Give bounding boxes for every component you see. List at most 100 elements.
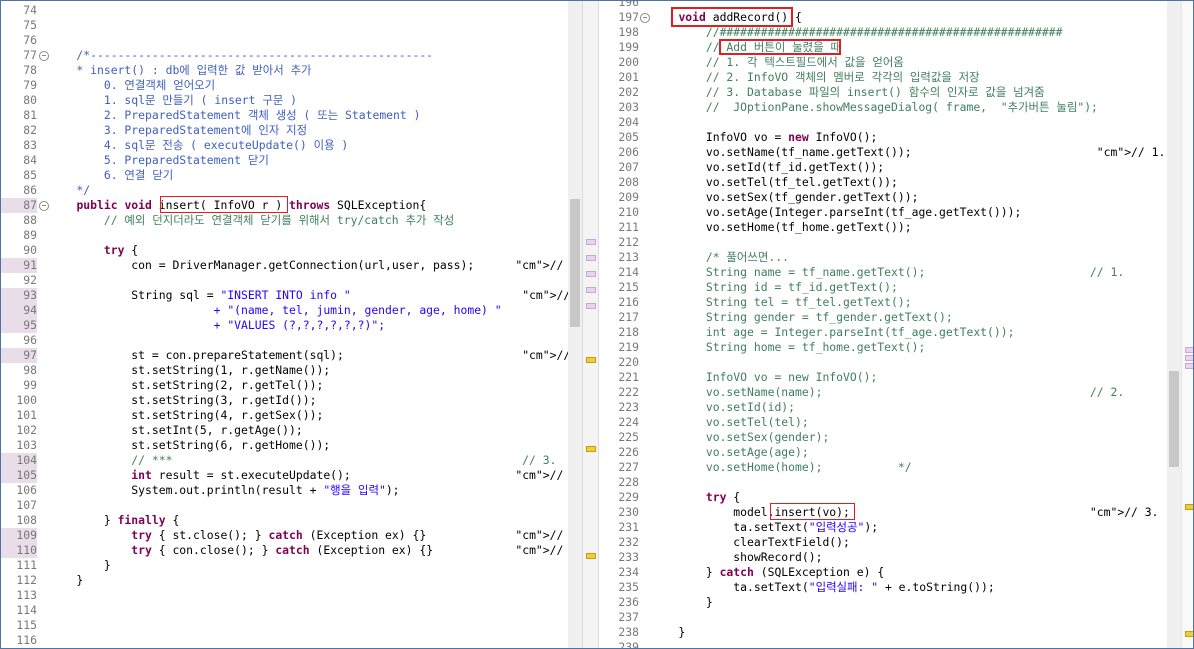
code-line: 232 clearTextField(); [599, 535, 1181, 550]
line-number: 102 [16, 423, 37, 437]
line-number: 74 [23, 3, 37, 17]
overview-marker[interactable] [1185, 355, 1193, 361]
code-text: // *** // 3. [49, 453, 557, 467]
code-text: vo.setAge(age); [651, 445, 809, 459]
code-text: 4. sql문 전송 ( executeUpdate() 이용 ) [49, 138, 349, 152]
line-number: 201 [618, 70, 639, 84]
line-number: 200 [618, 55, 639, 69]
code-line: 91 con = DriverManager.getConnection(url… [1, 258, 582, 273]
overview-marker[interactable] [1185, 347, 1193, 353]
insert-signature-highlight-box [160, 196, 288, 213]
overview-marker[interactable] [586, 255, 596, 261]
line-number: 108 [16, 513, 37, 527]
code-text: st = con.prepareStatement(sql); "cm">// … [49, 348, 582, 362]
code-line: 235 ta.setText("입력실패: " + e.toString()); [599, 580, 1181, 595]
line-number: 100 [16, 393, 37, 407]
left-scrollbar-thumb[interactable] [570, 199, 580, 327]
code-text: InfoVO vo = new InfoVO(); [651, 370, 878, 384]
line-number: 79 [23, 78, 37, 92]
code-line: 201 // 2. InfoVO 객체의 멤버로 각각의 입력값을 저장 [599, 70, 1181, 85]
code-line: 85 6. 연결 닫기 [1, 168, 582, 183]
code-text: con = DriverManager.getConnection(url,us… [49, 258, 582, 272]
left-code-editor[interactable]: 74 75 76 77− /*-------------------------… [1, 1, 582, 648]
overview-marker[interactable] [586, 239, 596, 245]
warning-marker[interactable] [586, 553, 596, 559]
line-number: 86 [23, 183, 37, 197]
line-number: 112 [16, 573, 37, 587]
code-text: } [49, 573, 84, 587]
left-code-lines: 74 75 76 77− /*-------------------------… [1, 3, 582, 648]
code-line: 209 vo.setSex(tf_gender.getText()); [599, 190, 1181, 205]
code-line: 208 vo.setTel(tf_tel.getText()); [599, 175, 1181, 190]
code-text: ta.setText("입력실패: " + e.toString()); [651, 580, 995, 594]
right-code-editor[interactable]: 196 197− void addRecord() { 198 //######… [599, 1, 1181, 648]
line-number: 239 [618, 640, 639, 648]
line-number: 107 [16, 498, 37, 512]
line-number: 209 [618, 190, 639, 204]
overview-marker[interactable] [1185, 363, 1193, 369]
code-text: st.setString(6, r.getHome()); [49, 438, 331, 452]
line-number: 233 [618, 550, 639, 564]
line-number: 110 [1, 543, 37, 558]
code-line: 218 int age = Integer.parseInt(tf_age.ge… [599, 325, 1181, 340]
overview-marker[interactable] [586, 287, 596, 293]
right-vertical-scrollbar[interactable] [1167, 1, 1181, 648]
line-number: 109 [1, 528, 37, 543]
fold-toggle-icon[interactable]: − [39, 201, 49, 211]
line-number: 114 [16, 603, 37, 617]
code-text: // 예외 던지더라도 연결객체 닫기를 위해서 try/catch 추가 작성 [49, 213, 455, 227]
line-number: 237 [618, 610, 639, 624]
code-text: String home = tf_home.getText(); [651, 340, 926, 354]
code-text: vo.setHome(home); */ [651, 460, 912, 474]
code-line: 198 //##################################… [599, 25, 1181, 40]
line-number: 214 [618, 265, 639, 279]
line-number: 210 [618, 205, 639, 219]
line-number: 219 [618, 340, 639, 354]
code-text: 6. 연결 닫기 [49, 168, 174, 182]
code-line-add-comment: 199 // Add 버튼이 눌렸을 때 [599, 39, 1181, 55]
overview-marker[interactable] [586, 303, 596, 309]
code-text: ta.setText("입력성공"); [651, 520, 879, 534]
code-line: 113 [1, 588, 582, 603]
line-number: 220 [618, 355, 639, 369]
code-line: 99 st.setString(2, r.getTel()); [1, 378, 582, 393]
code-line: 74 [1, 3, 582, 18]
code-text: String gender = tf_gender.getText(); [651, 310, 953, 324]
left-vertical-scrollbar[interactable] [568, 1, 582, 648]
code-text: st.setString(1, r.getName()); [49, 363, 331, 377]
fold-toggle-icon[interactable]: − [39, 51, 49, 61]
code-line: 226 vo.setAge(age); [599, 445, 1181, 460]
code-text: vo.setTel(tel); [651, 415, 809, 429]
split-divider[interactable] [582, 1, 599, 648]
warning-marker[interactable] [586, 357, 596, 363]
code-text: // 2. InfoVO 객체의 멤버로 각각의 입력값을 저장 [651, 70, 980, 84]
right-scrollbar-thumb[interactable] [1169, 371, 1179, 467]
code-text: vo.setSex(gender); [651, 430, 830, 444]
code-line: 238 } [599, 625, 1181, 640]
code-line: 108 } finally { [1, 513, 582, 528]
code-line: 225 vo.setSex(gender); [599, 430, 1181, 445]
editor-window: 74 75 76 77− /*-------------------------… [0, 0, 1194, 649]
line-number: 111 [16, 558, 37, 572]
right-overview-ruler[interactable] [1181, 1, 1193, 648]
warning-marker[interactable] [1185, 504, 1193, 510]
code-line: 213 /* 풀어쓰면... [599, 250, 1181, 265]
line-number: 99 [23, 378, 37, 392]
warning-marker[interactable] [586, 446, 596, 452]
line-number: 92 [23, 273, 37, 287]
code-line: 76 [1, 33, 582, 48]
warning-marker[interactable] [1185, 631, 1193, 637]
line-number: 104 [1, 453, 37, 468]
fold-toggle-icon[interactable]: − [640, 13, 650, 23]
code-text: // JOptionPane.showMessageDialog( frame,… [651, 100, 1098, 114]
code-line: 98 st.setString(1, r.getName()); [1, 363, 582, 378]
code-text: String sql = "INSERT INTO info " "cm">//… [49, 288, 582, 302]
overview-marker[interactable] [586, 271, 596, 277]
code-line: 92 [1, 273, 582, 288]
line-number: 204 [618, 115, 639, 129]
code-line-addrecord-signature: 197− void addRecord() { [599, 7, 1181, 27]
line-number: 223 [618, 400, 639, 414]
line-number: 199 [618, 40, 639, 54]
code-line: 82 3. PreparedStatement에 인자 지정 [1, 123, 582, 138]
code-line: 219 String home = tf_home.getText(); [599, 340, 1181, 355]
